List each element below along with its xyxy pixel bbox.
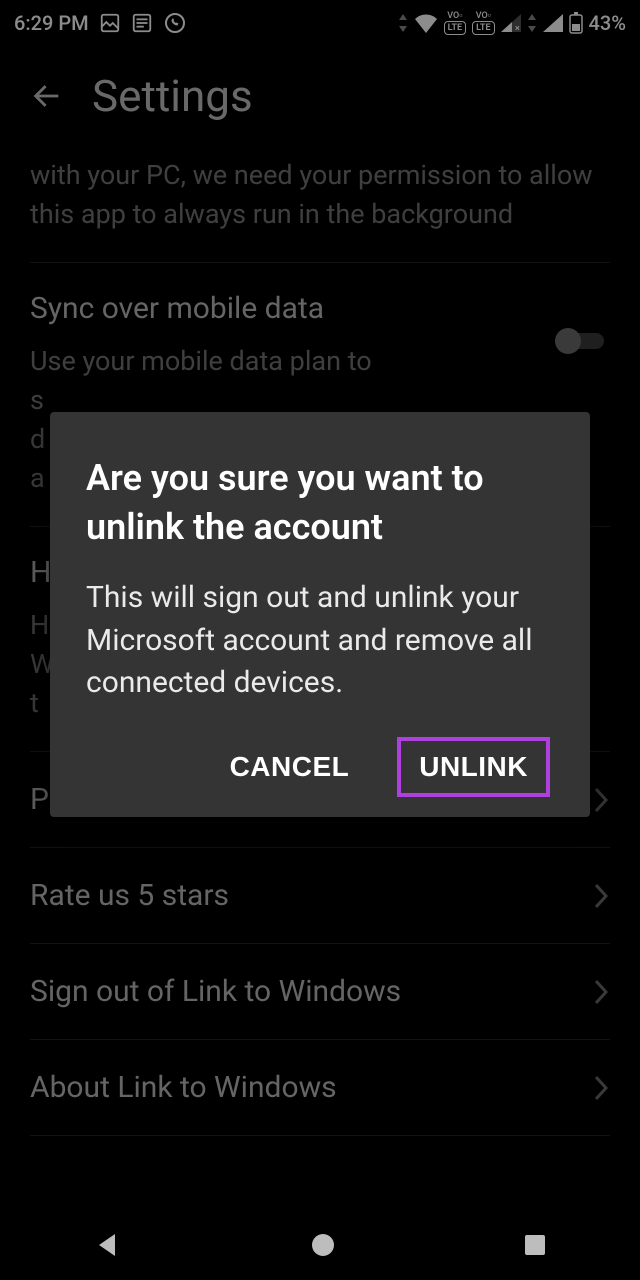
unlink-dialog: Are you sure you want to unlink the acco… <box>50 412 590 817</box>
system-nav-bar <box>0 1210 640 1280</box>
nav-recent-icon[interactable] <box>523 1233 547 1257</box>
nav-back-icon[interactable] <box>93 1230 123 1260</box>
cancel-button[interactable]: CANCEL <box>210 739 370 795</box>
nav-home-icon[interactable] <box>310 1232 336 1258</box>
dialog-body: This will sign out and unlink your Micro… <box>86 577 554 705</box>
unlink-button[interactable]: UNLINK <box>399 739 548 795</box>
dialog-title: Are you sure you want to unlink the acco… <box>86 454 554 551</box>
